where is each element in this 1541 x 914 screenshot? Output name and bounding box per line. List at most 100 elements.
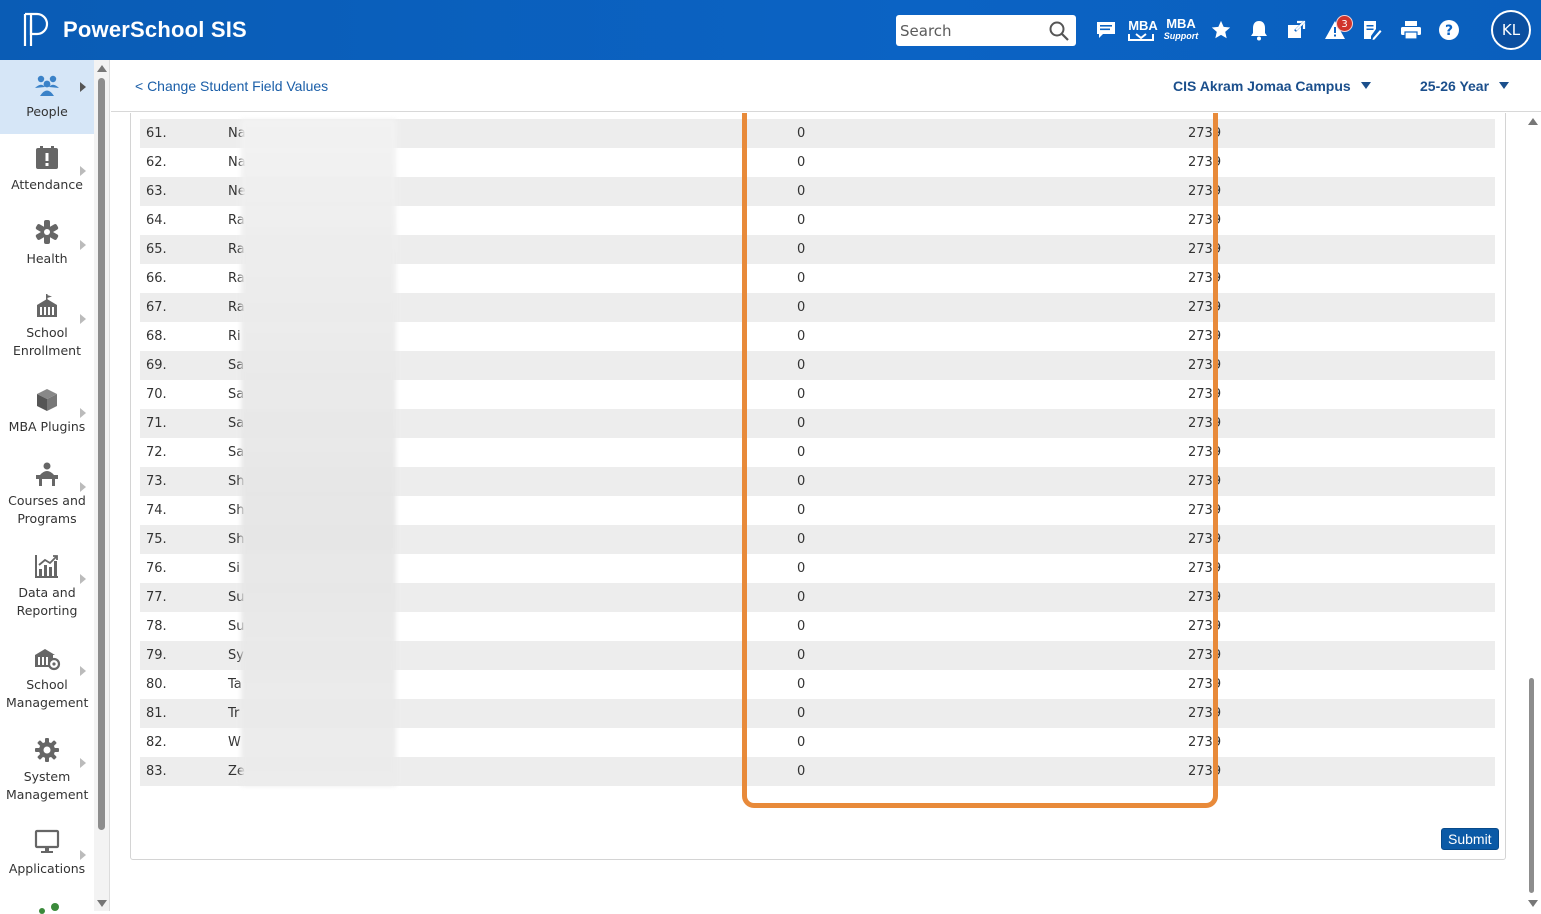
- back-link[interactable]: < Change Student Field Values: [135, 78, 328, 94]
- new-value: 2739: [1188, 619, 1222, 634]
- nav-item-applications[interactable]: Applications: [0, 828, 94, 888]
- mba-support-label: MBA: [1166, 16, 1196, 31]
- bell-icon[interactable]: [1248, 16, 1270, 44]
- row-filler: [1396, 641, 1495, 670]
- app-title[interactable]: PowerSchool SIS: [63, 17, 247, 43]
- submit-button[interactable]: Submit: [1441, 828, 1499, 850]
- page-subheader: < Change Student Field Values CIS Akram …: [111, 60, 1541, 112]
- row-filler: [1396, 728, 1495, 757]
- alert-count-badge: 3: [1336, 15, 1353, 32]
- nav-item-people[interactable]: People: [0, 60, 94, 134]
- people-icon: [35, 75, 59, 96]
- row-number: 65.: [146, 242, 167, 257]
- nav-item-system-management[interactable]: System Management: [0, 736, 94, 816]
- nav-label: School Management: [6, 677, 89, 710]
- new-value: 2739: [1188, 764, 1222, 779]
- new-value: 2739: [1188, 503, 1222, 518]
- scrollbar-thumb[interactable]: [98, 78, 105, 830]
- external-link-icon[interactable]: [1285, 16, 1307, 44]
- search-icon[interactable]: [1048, 20, 1070, 42]
- page-scrollbar[interactable]: [1526, 113, 1541, 911]
- chevron-right-icon: [80, 82, 86, 92]
- mba-label: MBA: [1128, 17, 1158, 33]
- row-filler: [1396, 148, 1495, 177]
- nav-item-attendance[interactable]: Attendance: [0, 144, 94, 214]
- search-box[interactable]: [896, 15, 1076, 46]
- mba-support-button[interactable]: MBA Support: [1163, 16, 1199, 44]
- school-enrollment-icon: [37, 294, 57, 317]
- left-nav-scrollbar[interactable]: [94, 60, 110, 911]
- new-value: 2739: [1188, 358, 1222, 373]
- nav-item-data-reporting[interactable]: Data and Reporting: [0, 552, 94, 632]
- nav-label: Courses and Programs: [8, 493, 86, 526]
- nav-item-courses-programs[interactable]: Courses and Programs: [0, 460, 94, 540]
- nav-label: People: [26, 104, 68, 119]
- new-value: 2739: [1188, 213, 1222, 228]
- row-filler: [1396, 467, 1495, 496]
- row-filler: [1396, 264, 1495, 293]
- chevron-right-icon: [80, 408, 86, 418]
- courses-icon: [36, 462, 58, 486]
- row-filler: [1396, 293, 1495, 322]
- nav-label: System Management: [6, 769, 89, 802]
- nav-label: Attendance: [11, 177, 83, 192]
- scrollbar-thumb[interactable]: [1529, 678, 1534, 893]
- row-number: 61.: [146, 126, 167, 141]
- row-number: 71.: [146, 416, 167, 431]
- mba-tray-icon: [1128, 32, 1155, 41]
- nav-item-school-management[interactable]: School Management: [0, 644, 94, 724]
- nav-label: School Enrollment: [13, 325, 81, 358]
- new-value: 2739: [1188, 300, 1222, 315]
- new-value: 2739: [1188, 155, 1222, 170]
- new-value: 2739: [1188, 706, 1222, 721]
- powerschool-logo-icon[interactable]: [22, 12, 52, 48]
- row-number: 73.: [146, 474, 167, 489]
- nav-item-health[interactable]: Health: [0, 218, 94, 288]
- nav-item-mba-plugins[interactable]: MBA Plugins: [0, 386, 94, 456]
- mba-button[interactable]: MBA: [1128, 16, 1158, 44]
- nav-item-school-enrollment[interactable]: School Enrollment: [0, 292, 94, 372]
- printer-icon[interactable]: [1399, 16, 1423, 44]
- chevron-right-icon: [80, 314, 86, 324]
- scroll-up-icon[interactable]: [97, 65, 107, 72]
- new-value: 2739: [1188, 242, 1222, 257]
- nav-label: Health: [26, 251, 68, 266]
- new-value: 2739: [1188, 677, 1222, 692]
- school-selector[interactable]: CIS Akram Jomaa Campus: [1173, 78, 1371, 94]
- scroll-up-icon[interactable]: [1528, 118, 1538, 125]
- row-filler: [1396, 351, 1495, 380]
- mba-support-sublabel: Support: [1163, 31, 1199, 41]
- row-filler: [1396, 612, 1495, 641]
- new-value: 2739: [1188, 126, 1222, 141]
- term-selector[interactable]: 25-26 Year: [1420, 78, 1510, 94]
- row-filler: [1396, 496, 1495, 525]
- star-icon[interactable]: [1209, 16, 1233, 44]
- scroll-down-icon[interactable]: [97, 900, 107, 907]
- row-number: 70.: [146, 387, 167, 402]
- row-number: 82.: [146, 735, 167, 750]
- messages-icon[interactable]: [1095, 16, 1117, 44]
- row-number: 79.: [146, 648, 167, 663]
- reporting-chart-icon: [35, 555, 58, 578]
- row-filler: [1396, 583, 1495, 612]
- scroll-down-icon[interactable]: [1528, 900, 1538, 907]
- edit-document-icon[interactable]: [1361, 16, 1383, 44]
- more-nav-icon[interactable]: [36, 902, 62, 914]
- row-filler: [1396, 554, 1495, 583]
- row-filler: [1396, 322, 1495, 351]
- chevron-right-icon: [80, 166, 86, 176]
- search-input[interactable]: [896, 15, 1046, 46]
- row-number: 72.: [146, 445, 167, 460]
- plugin-cube-icon: [37, 389, 57, 411]
- new-value: 2739: [1188, 445, 1222, 460]
- help-icon[interactable]: ?: [1437, 16, 1461, 44]
- row-number: 80.: [146, 677, 167, 692]
- top-header: PowerSchool SIS MBA MBASupport 3 ? KL: [0, 0, 1541, 60]
- chevron-right-icon: [80, 574, 86, 584]
- nav-label: MBA Plugins: [8, 419, 86, 434]
- row-filler: [1396, 119, 1495, 148]
- user-avatar[interactable]: KL: [1491, 10, 1531, 50]
- row-filler: [1396, 699, 1495, 728]
- row-filler: [1396, 380, 1495, 409]
- chevron-right-icon: [80, 666, 86, 676]
